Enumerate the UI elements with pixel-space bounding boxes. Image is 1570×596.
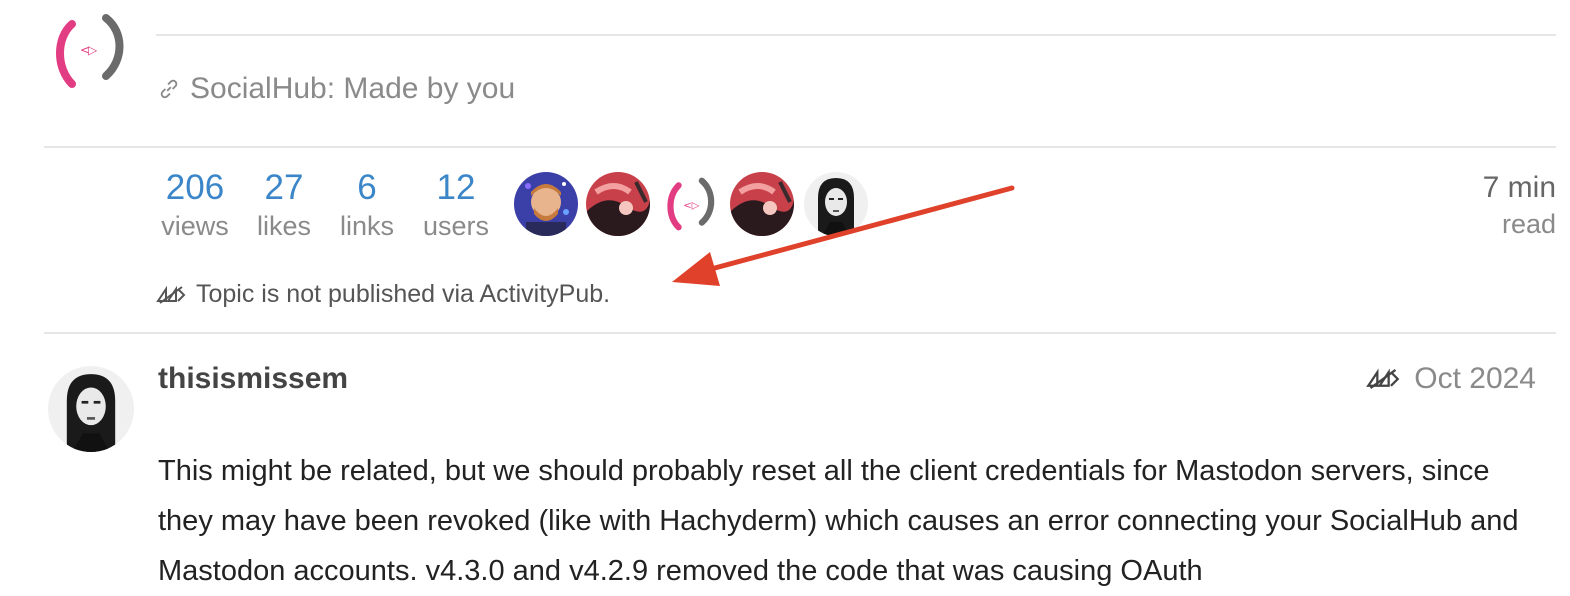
read-time-label: read <box>1501 209 1556 239</box>
svg-text:▷: ▷ <box>88 43 98 57</box>
post-username[interactable]: thisismissem <box>158 362 348 396</box>
link-icon <box>160 79 178 99</box>
category-link[interactable]: SocialHub: Made by you <box>158 72 515 106</box>
post-date[interactable]: Oct 2024 <box>1366 362 1536 396</box>
post-date-text: Oct 2024 <box>1414 362 1536 395</box>
participant-avatar-2[interactable] <box>586 172 650 236</box>
stat-likes-value: 27 <box>264 168 304 207</box>
activitypub-status: Topic is not published via ActivityPub. <box>156 280 610 309</box>
post-body-text: This might be related, but we should pro… <box>158 455 1519 587</box>
participant-avatar-5[interactable] <box>804 172 868 236</box>
participant-avatar-4[interactable] <box>730 172 794 236</box>
post-body: This might be related, but we should pro… <box>158 446 1528 596</box>
participant-avatar-1[interactable] <box>514 172 578 236</box>
divider-1 <box>44 146 1556 148</box>
stat-views[interactable]: 206 views <box>158 168 232 244</box>
stat-users[interactable]: 12 users <box>420 168 492 244</box>
activitypub-icon <box>156 285 186 304</box>
socialhub-logo[interactable]: < ▷ <box>50 10 130 90</box>
stat-links-label: links <box>339 211 394 241</box>
stat-likes[interactable]: 27 likes <box>254 168 314 244</box>
stat-views-value: 206 <box>165 168 225 207</box>
post-author-avatar[interactable] <box>48 366 134 452</box>
activitypub-status-text: Topic is not published via ActivityPub. <box>196 280 611 308</box>
svg-text:<▷: <▷ <box>683 201 699 212</box>
activitypub-icon <box>1366 368 1400 389</box>
read-time: 7 min read <box>1483 170 1556 242</box>
read-time-value: 7 min <box>1482 171 1556 204</box>
stat-links[interactable]: 6 links <box>336 168 398 244</box>
stat-users-value: 12 <box>436 168 476 207</box>
stat-likes-label: likes <box>256 211 311 241</box>
stat-links-value: 6 <box>357 168 377 207</box>
divider-2 <box>44 332 1556 334</box>
category-link-text[interactable]: SocialHub: Made by you <box>190 72 515 106</box>
divider-top <box>156 34 1556 36</box>
stat-views-label: views <box>161 211 229 241</box>
participant-socialhub-logo[interactable]: <▷ <box>660 172 722 236</box>
stat-users-label: users <box>422 211 490 241</box>
